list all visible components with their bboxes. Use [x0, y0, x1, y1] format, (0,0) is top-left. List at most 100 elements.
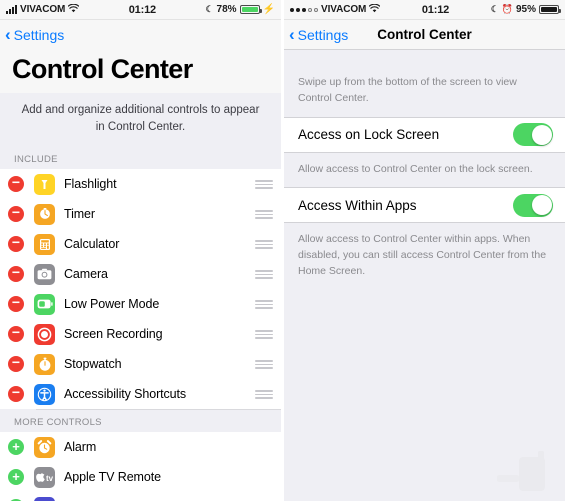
reorder-handle-icon[interactable] — [255, 390, 273, 399]
status-bar-left: VIVACOM 01:12 ☾ 78% ⚡ — [0, 0, 281, 20]
remove-control-button[interactable]: − — [8, 355, 24, 373]
svg-text:tv: tv — [46, 474, 54, 483]
status-right-group: ☾ 78% ⚡ — [205, 4, 275, 15]
more-controls-list: + Alarm + tv Apple TV Remote +Do Not Disturb … — [0, 432, 281, 501]
battery-low-power-icon — [34, 293, 55, 315]
toggle-switch[interactable] — [513, 123, 553, 146]
remove-control-button[interactable]: − — [8, 325, 24, 343]
row-label: Flashlight — [64, 177, 117, 192]
setting-row[interactable]: Access on Lock Screen — [284, 116, 565, 153]
setting-label: Access Within Apps — [298, 197, 417, 213]
table-row[interactable]: +Do Not Disturb While Driving — [0, 492, 281, 501]
row-label: Timer — [64, 207, 95, 222]
back-button-right[interactable]: ‹ Settings — [284, 24, 349, 44]
remove-control-button[interactable]: − — [8, 385, 24, 403]
toggle-switch[interactable] — [513, 193, 553, 217]
row-label: Accessibility Shortcuts — [64, 387, 187, 402]
reorder-handle-icon[interactable] — [255, 360, 273, 369]
table-row[interactable]: − Timer — [0, 199, 281, 230]
do-not-disturb-moon-icon: ☾ — [205, 4, 214, 14]
intro-description: Add and organize additional controls to … — [0, 93, 281, 147]
back-button-left[interactable]: ‹ Settings — [0, 25, 65, 44]
status-left-group: VIVACOM — [6, 3, 80, 16]
remove-control-button[interactable]: − — [8, 265, 24, 283]
car-icon — [34, 496, 55, 501]
battery-icon — [239, 5, 262, 14]
signal-dots-icon — [290, 7, 318, 12]
row-label: Camera — [64, 267, 108, 282]
do-not-disturb-moon-icon: ☾ — [490, 4, 499, 14]
status-time-left: 01:12 — [128, 3, 156, 16]
device-watermark-icon — [483, 447, 553, 493]
table-row[interactable]: − Stopwatch — [0, 349, 281, 380]
reorder-handle-icon[interactable] — [255, 330, 273, 339]
battery-percent-right: 95% — [515, 4, 536, 15]
row-label: Alarm — [64, 440, 97, 455]
chevron-left-icon: ‹ — [5, 25, 11, 44]
status-bar-right: VIVACOM 01:12 ☾ ⏰ 95% — [284, 0, 565, 20]
reorder-handle-icon[interactable] — [255, 270, 273, 279]
table-row[interactable]: + Alarm — [0, 432, 281, 463]
wifi-icon — [369, 3, 381, 16]
back-button-label: Settings — [13, 27, 65, 43]
calculator-icon — [34, 233, 55, 255]
remove-control-button[interactable]: − — [8, 175, 24, 193]
carrier-label: VIVACOM — [20, 4, 66, 15]
wifi-icon — [68, 3, 80, 16]
left-screen: VIVACOM 01:12 ☾ 78% ⚡ ‹ Settings Control… — [0, 0, 281, 501]
table-row[interactable]: − Screen Recording — [0, 319, 281, 350]
screen-recording-icon — [34, 323, 55, 345]
table-row[interactable]: − Camera — [0, 259, 281, 290]
nav-bar-left: ‹ Settings — [0, 20, 281, 50]
setting-footer-text: Allow access to Control Center on the lo… — [284, 152, 565, 188]
status-left-group-right: VIVACOM — [290, 3, 381, 16]
status-time-right: 01:12 — [421, 3, 450, 16]
table-row[interactable]: − Low Power Mode — [0, 289, 281, 320]
section-header-include: INCLUDE — [0, 146, 281, 170]
add-control-button[interactable]: + — [8, 469, 24, 486]
back-button-label-right: Settings — [297, 26, 349, 43]
remove-control-button[interactable]: − — [8, 235, 24, 253]
apple-tv-icon: tv — [34, 466, 55, 488]
toggle-knob — [531, 195, 552, 216]
top-spacer — [284, 50, 565, 66]
battery-icon — [539, 5, 561, 14]
settings-toggle-list: Access on Lock Screen Allow access to Con… — [284, 116, 565, 290]
table-row[interactable]: − Calculator — [0, 229, 281, 260]
carrier-label-right: VIVACOM — [321, 4, 367, 15]
reorder-handle-icon[interactable] — [255, 240, 273, 249]
row-label: Screen Recording — [64, 327, 163, 342]
remove-control-button[interactable]: − — [8, 295, 24, 313]
status-right-group-right: ☾ ⏰ 95% — [490, 4, 561, 15]
row-label: Calculator — [64, 237, 120, 252]
setting-label: Access on Lock Screen — [298, 127, 440, 142]
chevron-left-icon: ‹ — [289, 24, 295, 44]
row-label: Apple TV Remote — [64, 470, 161, 485]
include-list: − Flashlight − Timer − Calculator − Camera − Low … — [0, 169, 281, 410]
add-control-button[interactable]: + — [8, 439, 24, 456]
alarm-clock-icon — [34, 436, 55, 458]
table-row[interactable]: − Accessibility Shortcuts — [0, 379, 281, 410]
row-label: Low Power Mode — [64, 297, 160, 312]
battery-percent-left: 78% — [216, 4, 237, 15]
accessibility-icon — [34, 383, 55, 405]
table-row[interactable]: − Flashlight — [0, 169, 281, 200]
setting-footer-text: Allow access to Control Center within ap… — [284, 223, 565, 290]
setting-row[interactable]: Access Within Apps — [284, 187, 565, 224]
page-title: Control Center — [0, 50, 281, 93]
row-label: Stopwatch — [64, 357, 122, 372]
reorder-handle-icon[interactable] — [255, 210, 273, 219]
reorder-handle-icon[interactable] — [255, 300, 273, 309]
signal-bars-icon — [6, 5, 17, 14]
alarm-clock-icon: ⏰ — [501, 4, 513, 14]
flashlight-icon — [34, 173, 55, 195]
toggle-knob — [531, 124, 552, 145]
table-row[interactable]: + tv Apple TV Remote — [0, 462, 281, 493]
nav-bar-right: ‹ Settings Control Center — [284, 20, 565, 50]
stopwatch-icon — [34, 353, 55, 375]
timer-icon — [34, 203, 55, 225]
right-screen: VIVACOM 01:12 ☾ ⏰ 95% ‹ Settings Control… — [284, 0, 565, 501]
control-center-hint: Swipe up from the bottom of the screen t… — [284, 66, 565, 117]
reorder-handle-icon[interactable] — [255, 180, 273, 189]
remove-control-button[interactable]: − — [8, 205, 24, 223]
